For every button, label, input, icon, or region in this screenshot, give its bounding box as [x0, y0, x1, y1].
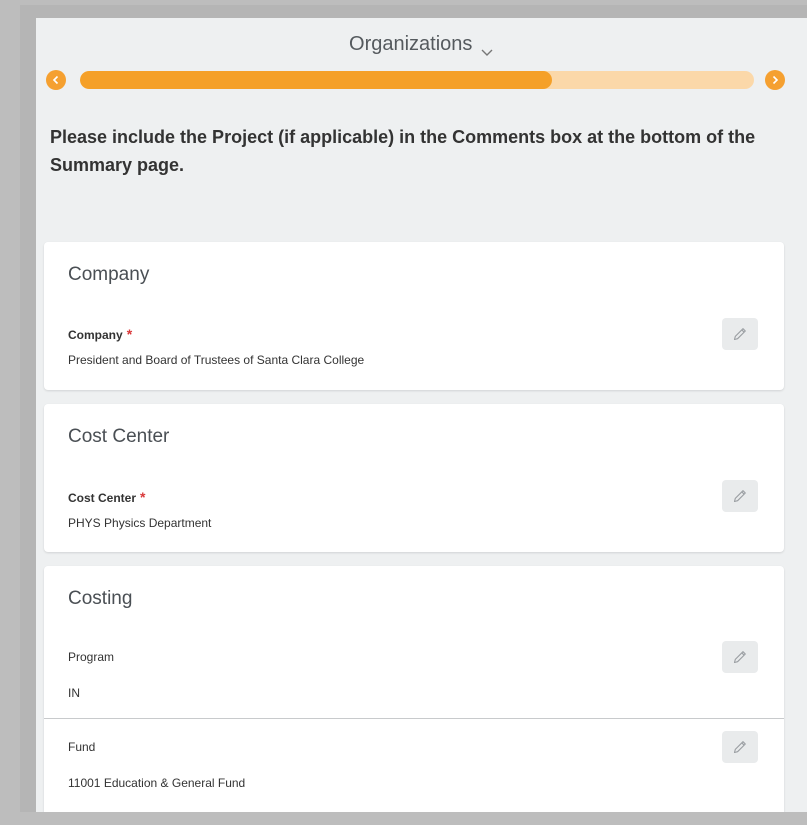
organizations-panel: Organizations Please include the Project…	[36, 18, 807, 812]
costing-card: Costing Program IN Fund 11001 Education …	[44, 566, 784, 812]
company-value: President and Board of Trustees of Santa…	[68, 353, 365, 367]
company-field-label: Company *	[68, 326, 133, 342]
card-title: Cost Center	[68, 426, 170, 447]
chevron-right-icon	[772, 75, 779, 85]
progress-navigator	[46, 68, 786, 92]
program-field-label: Program	[68, 650, 115, 664]
edit-program-button[interactable]	[722, 641, 758, 673]
section-title: Organizations	[349, 33, 473, 55]
pencil-icon	[733, 490, 746, 503]
section-title-dropdown[interactable]: Organizations	[36, 33, 807, 56]
edit-company-button[interactable]	[722, 318, 758, 350]
fund-field-label: Fund	[68, 740, 96, 754]
required-indicator: *	[126, 326, 133, 342]
pencil-icon	[733, 741, 746, 754]
next-step-button[interactable]	[765, 70, 785, 90]
progress-bar-fill	[80, 71, 552, 89]
field-divider	[44, 718, 784, 719]
edit-fund-button[interactable]	[722, 731, 758, 763]
previous-step-button[interactable]	[46, 70, 66, 90]
chevron-left-icon	[52, 75, 59, 85]
card-title: Company	[68, 264, 150, 285]
fund-value: 11001 Education & General Fund	[68, 776, 246, 790]
program-value: IN	[68, 686, 80, 700]
progress-bar	[80, 71, 754, 89]
window-frame: Organizations Please include the Project…	[20, 5, 807, 812]
company-card: Company Company * President and Board of …	[44, 242, 784, 390]
chevron-down-icon	[480, 40, 494, 56]
cost-center-field-label: Cost Center *	[68, 489, 146, 505]
card-title: Costing	[68, 588, 133, 609]
instruction-text: Please include the Project (if applicabl…	[50, 127, 756, 175]
required-indicator: *	[140, 489, 146, 505]
edit-cost-center-button[interactable]	[722, 480, 758, 512]
cost-center-card: Cost Center Cost Center * PHYS Physics De…	[44, 404, 784, 552]
cost-center-value: PHYS Physics Department	[68, 516, 212, 530]
pencil-icon	[733, 651, 746, 664]
pencil-icon	[733, 328, 746, 341]
